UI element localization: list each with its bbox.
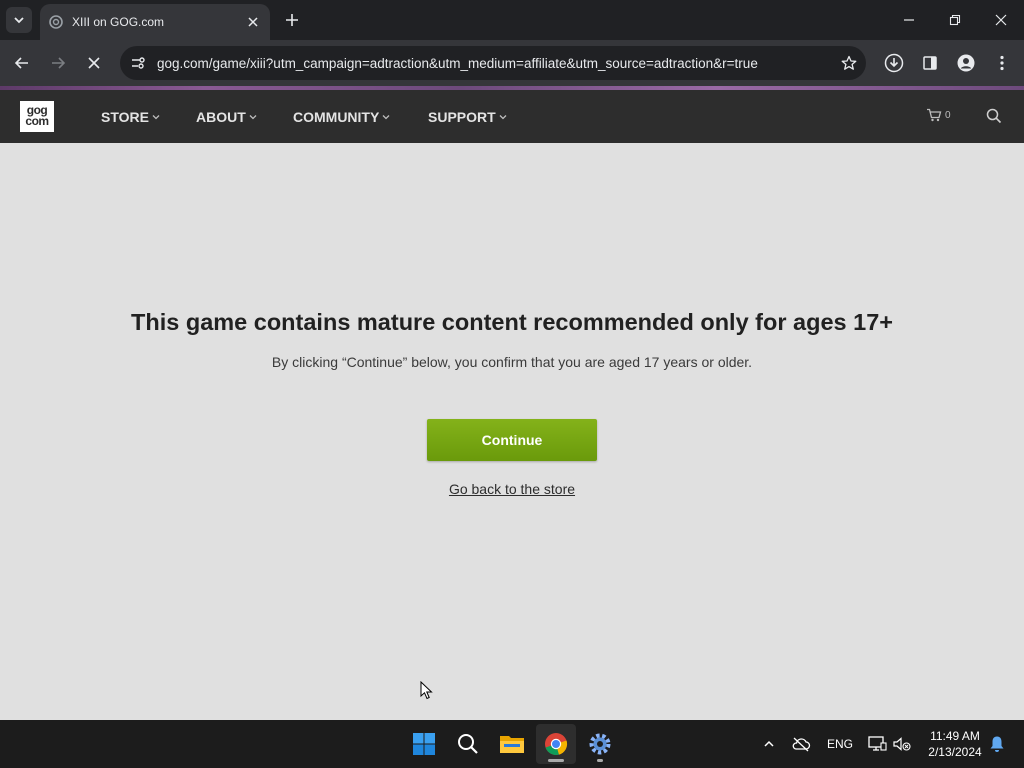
nav-support[interactable]: SUPPORT — [428, 109, 507, 125]
chevron-down-icon — [152, 114, 160, 120]
age-gate-subtext: By clicking “Continue” below, you confir… — [271, 354, 753, 370]
logo-line-2: com — [25, 114, 49, 128]
download-icon — [884, 53, 904, 73]
address-bar[interactable]: gog.com/game/xiii?utm_campaign=adtractio… — [120, 46, 866, 80]
arrow-right-icon — [52, 57, 66, 69]
gog-favicon-icon — [48, 14, 64, 30]
go-back-link-label[interactable]: Go back to the store — [449, 481, 575, 497]
network-icon — [868, 736, 887, 751]
store-search-button[interactable] — [984, 106, 1004, 126]
age-gate-page: This game contains mature content recomm… — [0, 143, 1024, 720]
chevron-down-icon — [249, 114, 257, 120]
stop-loading-button[interactable] — [80, 49, 108, 77]
more-vert-icon — [1000, 55, 1004, 71]
clock-time: 11:49 AM — [930, 729, 980, 743]
close-window-button[interactable] — [987, 6, 1015, 34]
show-hidden-icons-button[interactable] — [757, 732, 781, 756]
browser-tab-strip: XIII on GOG.com — [0, 0, 1024, 40]
chrome-taskbar-button[interactable] — [536, 724, 576, 764]
settings-taskbar-button[interactable] — [580, 724, 620, 764]
taskbar-search-button[interactable] — [448, 724, 488, 764]
running-app-indicator — [597, 759, 603, 762]
continue-button[interactable]: Continue — [427, 419, 597, 461]
start-button[interactable] — [404, 724, 444, 764]
input-language-indicator[interactable]: ENG — [827, 737, 853, 751]
profile-button[interactable] — [952, 49, 980, 77]
gog-navbar: gog com STORE ABOUT COMMUNITY SUPPORT 0 — [0, 90, 1024, 143]
browser-toolbar: gog.com/game/xiii?utm_campaign=adtractio… — [0, 40, 1024, 86]
minimize-icon — [904, 19, 914, 21]
restore-button[interactable] — [941, 6, 969, 34]
forward-button[interactable] — [44, 49, 72, 77]
network-tray-button[interactable] — [865, 732, 889, 756]
cart-count: 0 — [945, 109, 951, 121]
nav-store[interactable]: STORE — [101, 109, 160, 125]
nav-community-label: COMMUNITY — [293, 109, 380, 125]
back-button[interactable] — [8, 49, 36, 77]
close-icon — [88, 57, 100, 69]
go-back-link[interactable]: Go back to the store — [0, 481, 1024, 497]
chevron-down-icon — [14, 17, 24, 24]
active-app-indicator — [548, 759, 564, 762]
mouse-cursor-icon — [420, 681, 433, 700]
taskbar-clock[interactable]: 11:49 AM 2/13/2024 — [918, 728, 992, 760]
gog-logo[interactable]: gog com — [20, 101, 54, 132]
tab-close-icon[interactable] — [244, 13, 262, 31]
chevron-up-icon — [764, 740, 774, 747]
close-icon — [995, 14, 1007, 26]
side-panel-button[interactable] — [916, 49, 944, 77]
chrome-icon — [545, 733, 568, 756]
cloud-offline-icon — [792, 737, 811, 752]
gear-icon — [589, 733, 611, 755]
chevron-down-icon — [499, 114, 507, 120]
notifications-button[interactable] — [985, 732, 1009, 756]
nav-about-label: ABOUT — [196, 109, 246, 125]
cart-button[interactable]: 0 — [926, 107, 951, 123]
browser-tab[interactable]: XIII on GOG.com — [40, 4, 270, 40]
bell-icon — [990, 736, 1004, 752]
chevron-down-icon — [382, 114, 390, 120]
tab-title: XIII on GOG.com — [72, 15, 165, 29]
volume-tray-button[interactable] — [890, 732, 914, 756]
site-info-icon[interactable] — [122, 46, 154, 80]
clock-date: 2/13/2024 — [928, 745, 982, 759]
volume-muted-icon — [893, 737, 911, 751]
bookmark-star-icon[interactable] — [832, 46, 866, 80]
search-icon — [458, 734, 478, 754]
minimize-button[interactable] — [895, 6, 923, 34]
windows-logo-icon — [413, 733, 435, 755]
file-explorer-button[interactable] — [492, 724, 532, 764]
arrow-left-icon — [14, 57, 28, 69]
age-gate-heading: This game contains mature content recomm… — [131, 309, 893, 335]
downloads-button[interactable] — [880, 49, 908, 77]
cart-icon — [927, 108, 942, 122]
nav-about[interactable]: ABOUT — [196, 109, 257, 125]
url-text[interactable]: gog.com/game/xiii?utm_campaign=adtractio… — [157, 56, 832, 71]
new-tab-button[interactable] — [281, 9, 303, 31]
plus-icon — [286, 14, 298, 26]
restore-icon — [949, 14, 961, 26]
profile-icon — [957, 54, 975, 72]
browser-menu-button[interactable] — [988, 49, 1016, 77]
side-panel-icon — [923, 56, 937, 70]
tab-search-button[interactable] — [6, 7, 32, 33]
onedrive-tray-button[interactable] — [789, 732, 813, 756]
windows-taskbar: ENG 11:49 AM 2/13/2024 — [0, 720, 1024, 768]
nav-support-label: SUPPORT — [428, 109, 496, 125]
folder-icon — [500, 736, 524, 753]
search-icon — [986, 108, 1002, 124]
nav-community[interactable]: COMMUNITY — [293, 109, 390, 125]
nav-store-label: STORE — [101, 109, 149, 125]
